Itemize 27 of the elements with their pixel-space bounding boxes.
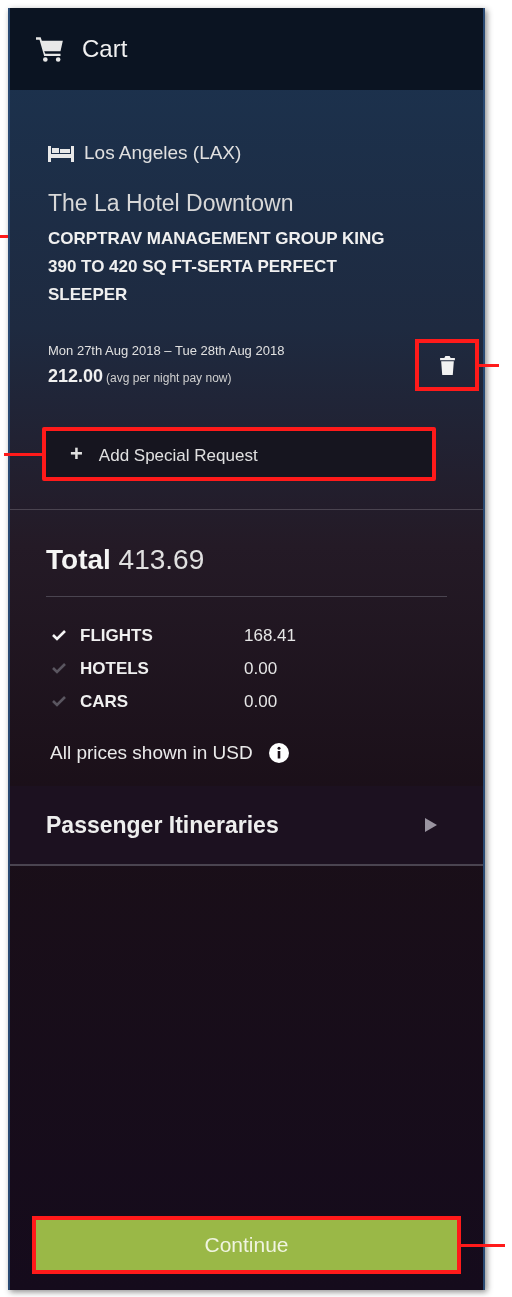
stay-dates: Mon 27th Aug 2018 – Tue 28th Aug 2018 [48, 343, 285, 358]
hotel-location: Los Angeles (LAX) [84, 142, 242, 164]
delete-button[interactable] [415, 339, 479, 391]
category-label: FLIGHTS [80, 625, 154, 646]
category-label: HOTELS [80, 658, 150, 679]
category-label: CARS [80, 691, 130, 712]
room-description: CORPTRAV MANAGEMENT GROUP KING 390 TO 420 SQ FT-SERTA PERFECT SLEEPER [48, 228, 386, 306]
category-amount: 0.00 [244, 691, 278, 712]
category-amount: 0.00 [244, 658, 278, 679]
currency-note: All prices shown in USD [50, 742, 253, 764]
hotel-price: 212.00 [48, 366, 104, 386]
leader-line [461, 1244, 505, 1247]
expand-arrow-icon [425, 818, 437, 832]
info-icon[interactable] [268, 743, 289, 763]
leader-line [4, 453, 42, 456]
hotel-name: The La Hotel Downtown [48, 190, 295, 217]
price-note: (avg per night pay now) [106, 371, 232, 385]
cart-icon [36, 36, 64, 62]
itineraries-label: Passenger Itineraries [46, 811, 279, 839]
cart-title: Cart [82, 35, 128, 63]
bed-icon [48, 144, 74, 162]
leader-line [479, 364, 499, 367]
category-amount: 168.41 [244, 625, 296, 646]
total-amount: Total 413.69 [46, 544, 447, 597]
special-request-button[interactable]: + Add Special Request [42, 427, 436, 481]
itineraries-row[interactable]: Passenger Itineraries [10, 786, 483, 866]
trash-icon [439, 355, 455, 375]
